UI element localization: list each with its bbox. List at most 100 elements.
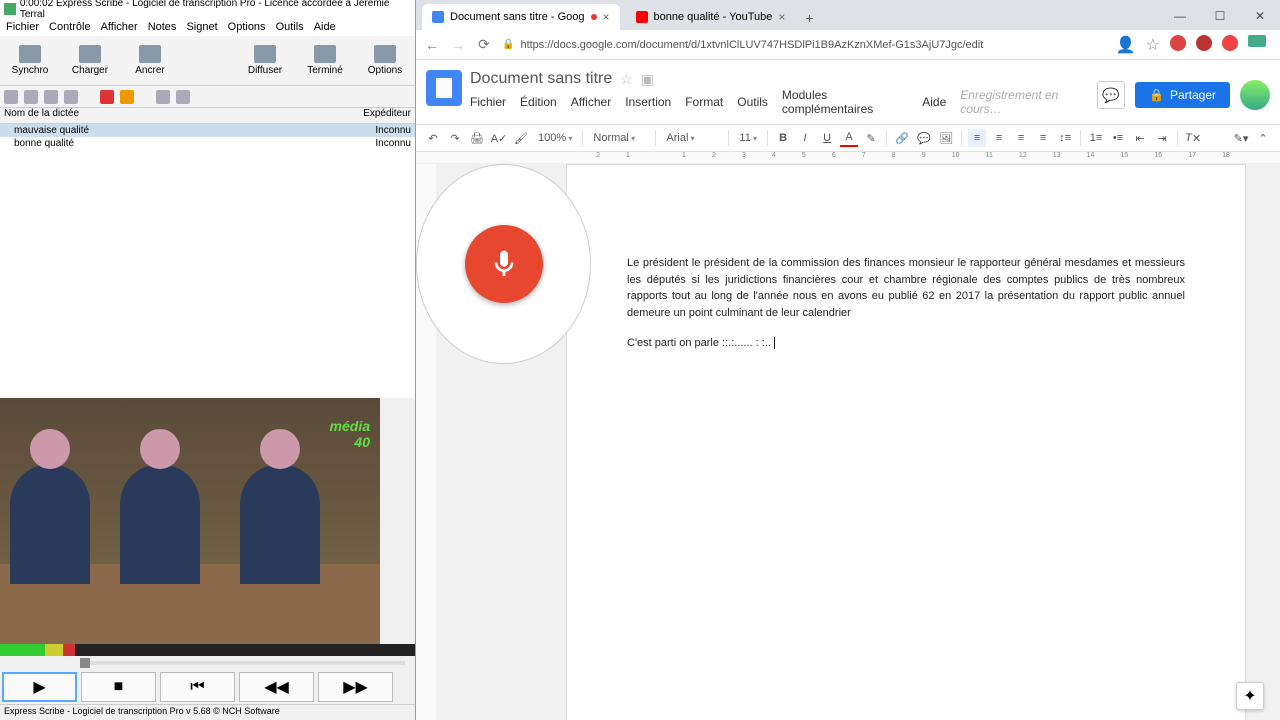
ribbon-ancrer[interactable]: Ancrer [120,36,180,85]
ext1-icon[interactable] [1170,35,1186,51]
menu-edition[interactable]: Édition [520,95,557,109]
close-button[interactable]: ✕ [1240,2,1280,30]
undo-icon[interactable]: ↶ [424,129,442,147]
ext4-icon[interactable] [1248,35,1266,47]
forward-button[interactable]: → [450,37,466,53]
style-select[interactable]: Normal [589,130,649,146]
voice-typing-widget[interactable] [416,164,591,364]
line-spacing-icon[interactable]: ↕≡ [1056,129,1074,147]
align-left-icon[interactable]: ≡ [968,129,986,147]
mini-flag-icon[interactable] [100,90,114,104]
es-menu-signet[interactable]: Signet [186,21,217,33]
mini-save-icon[interactable] [24,90,38,104]
new-tab-button[interactable]: + [795,6,823,30]
font-select[interactable]: Arial [662,130,722,146]
link-icon[interactable]: 🔗 [893,129,911,147]
star-icon[interactable]: ☆ [620,71,633,88]
tab-google-docs[interactable]: Document sans titre - Goog × [422,4,620,30]
ribbon-options[interactable]: Options [355,36,415,85]
horizontal-ruler[interactable]: 21123456789101112131415161718 [416,152,1280,164]
list-row[interactable]: bonne qualité Inconnu [0,137,415,150]
url-field[interactable]: 🔒 https://docs.google.com/document/d/1xt… [502,39,1106,51]
ext2-icon[interactable] [1196,35,1212,51]
ribbon-termine[interactable]: Terminé [295,36,355,85]
reload-button[interactable]: ⟳ [476,37,492,53]
rewind-button[interactable]: ◀◀ [239,672,314,702]
ribbon-diffuser[interactable]: Diffuser [235,36,295,85]
scrub-bar[interactable] [0,656,415,670]
image-icon[interactable]: 🖼 [937,129,955,147]
es-menu-controle[interactable]: Contrôle [49,21,91,33]
star-icon[interactable]: ☆ [1146,35,1160,55]
mic-button[interactable] [465,225,543,303]
indent-less-icon[interactable]: ⇤ [1131,129,1149,147]
menu-fichier[interactable]: Fichier [470,95,506,109]
es-menu-notes[interactable]: Notes [148,21,177,33]
folder-icon[interactable]: ▣ [641,71,654,88]
text-color-icon[interactable]: A [840,129,858,147]
menu-modules[interactable]: Modules complémentaires [782,88,908,116]
es-menu-aide[interactable]: Aide [314,21,336,33]
mini-cut-icon[interactable] [64,90,78,104]
back-button[interactable]: ← [424,37,440,53]
ribbon-synchro[interactable]: Synchro [0,36,60,85]
col-name[interactable]: Nom de la dictée [0,108,355,123]
doc-title[interactable]: Document sans titre [470,70,612,88]
comments-button[interactable]: 💬 [1097,81,1125,109]
align-center-icon[interactable]: ≡ [990,129,1008,147]
menu-outils[interactable]: Outils [737,95,768,109]
tab-youtube[interactable]: bonne qualité - YouTube × [626,4,796,30]
ext3-icon[interactable] [1222,35,1238,51]
size-select[interactable]: 11 [735,130,761,146]
mini-note-icon[interactable] [176,90,190,104]
print-icon[interactable]: 🖨 [468,129,486,147]
comment-icon[interactable]: 💬 [915,129,933,147]
stop-button[interactable]: ■ [81,672,156,702]
spellcheck-icon[interactable]: A✓ [490,129,508,147]
menu-insertion[interactable]: Insertion [625,95,671,109]
forward-button[interactable]: ▶▶ [318,672,393,702]
start-button[interactable]: ⏮ [160,672,235,702]
bold-icon[interactable]: B [774,129,792,147]
bullet-list-icon[interactable]: •≡ [1109,129,1127,147]
redo-icon[interactable]: ↷ [446,129,464,147]
mini-flag2-icon[interactable] [120,90,134,104]
menu-aide[interactable]: Aide [922,95,946,109]
zoom-select[interactable]: 100% [534,130,576,146]
expand-icon[interactable]: ⌃ [1254,129,1272,147]
play-button[interactable]: ▶ [2,672,77,702]
volume-slider[interactable] [380,398,415,644]
highlight-icon[interactable]: ✎ [862,129,880,147]
list-row[interactable]: mauvaise qualité Inconnu [0,124,415,137]
paint-icon[interactable]: 🖌 [512,129,530,147]
minimize-button[interactable]: — [1160,2,1200,30]
menu-afficher[interactable]: Afficher [571,95,611,109]
underline-icon[interactable]: U [818,129,836,147]
mini-copy-icon[interactable] [44,90,58,104]
maximize-button[interactable]: ☐ [1200,2,1240,30]
col-sender[interactable]: Expéditeur [355,108,415,123]
align-justify-icon[interactable]: ≡ [1034,129,1052,147]
explore-button[interactable]: ✦ [1236,682,1264,710]
italic-icon[interactable]: I [796,129,814,147]
document-page[interactable]: Le président le président de la commissi… [566,164,1246,720]
es-menu-fichier[interactable]: Fichier [6,21,39,33]
tab-close-icon[interactable]: × [778,10,785,24]
align-right-icon[interactable]: ≡ [1012,129,1030,147]
user-avatar[interactable] [1240,80,1270,110]
es-menu-afficher[interactable]: Afficher [101,21,138,33]
profile-icon[interactable]: 👤 [1116,35,1136,55]
numbered-list-icon[interactable]: 1≡ [1087,129,1105,147]
editing-mode-icon[interactable]: ✎▾ [1232,129,1250,147]
indent-more-icon[interactable]: ⇥ [1153,129,1171,147]
clear-format-icon[interactable]: T✕ [1184,129,1202,147]
docs-logo-icon[interactable] [426,70,462,106]
mini-attach-icon[interactable] [156,90,170,104]
tab-close-icon[interactable]: × [603,10,610,24]
scrub-thumb[interactable] [80,658,90,668]
ribbon-charger[interactable]: Charger [60,36,120,85]
mini-new-icon[interactable] [4,90,18,104]
es-menu-options[interactable]: Options [228,21,266,33]
es-menu-outils[interactable]: Outils [276,21,304,33]
share-button[interactable]: 🔒 Partager [1135,82,1230,108]
